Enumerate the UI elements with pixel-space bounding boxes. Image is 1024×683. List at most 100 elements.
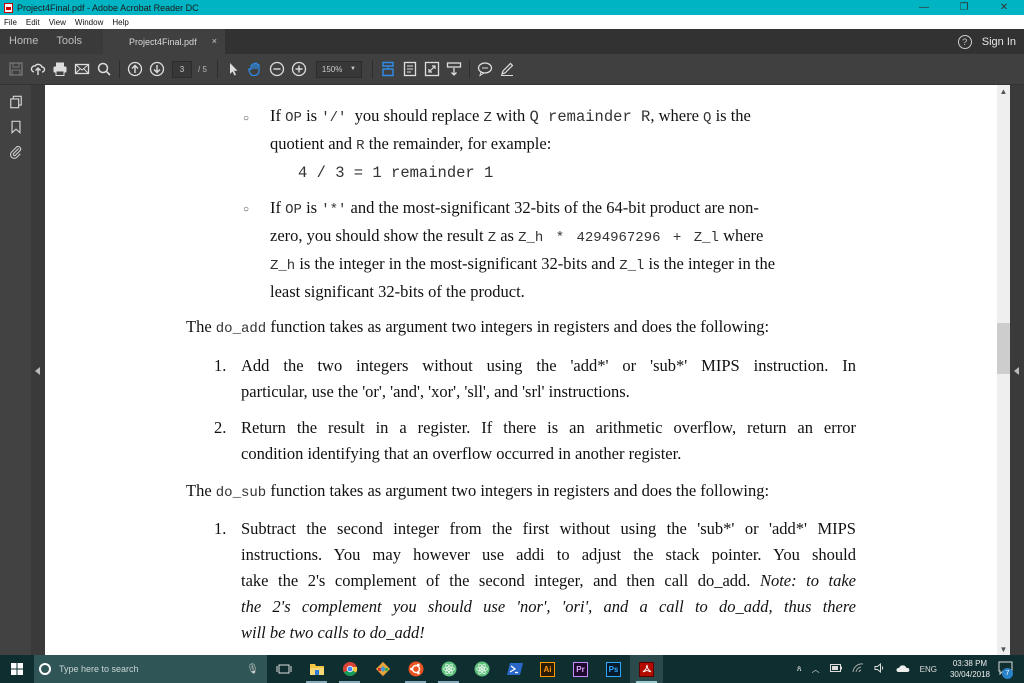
wifi-icon[interactable] [852,663,864,675]
powershell-icon[interactable] [498,655,531,683]
show-hidden-icons[interactable]: ︿ [812,664,820,675]
highlight-pen-icon[interactable] [496,58,518,80]
clock-time: 03:38 PM [952,659,988,668]
read-mode-icon[interactable] [443,58,465,80]
bullet-multiplication: If OP is '*' and the most-significant 32… [270,195,858,305]
upload-cloud-icon[interactable] [27,58,49,80]
pdf-page: ○ If OP is '/' you should replace Z with… [45,85,997,655]
expand-right-icon[interactable] [1014,367,1019,375]
tab-home[interactable]: Home [0,29,48,54]
print-icon[interactable] [49,58,71,80]
page-number-input[interactable]: 3 [172,60,192,78]
hand-tool-icon[interactable] [244,58,266,80]
zoom-out-icon[interactable] [266,58,288,80]
toolbar-divider [468,60,470,78]
bookmark-icon[interactable] [0,114,31,139]
toolbar-divider [371,60,373,78]
left-panel-toggle[interactable] [31,85,45,655]
vertical-scrollbar[interactable]: ▲ ▼ [997,85,1010,655]
zoom-in-icon[interactable] [288,58,310,80]
help-icon[interactable]: ? [957,34,972,49]
toolbar-divider [119,60,120,78]
atom-icon-2[interactable] [465,655,498,683]
page-down-icon[interactable] [146,58,168,80]
paragraph-line: the 2's complement you should use 'nor',… [241,597,856,616]
paragraph-line: instructions. You may however use addi t… [241,545,856,564]
attachment-icon[interactable] [0,139,31,164]
example-code: 4 / 3 = 1 remainder 1 [298,164,494,182]
sign-in-button[interactable]: Sign In [982,36,1016,48]
zoom-level-select[interactable]: 150% ▼ [315,60,362,78]
search-icon[interactable] [93,58,115,80]
page-thumbnail-icon[interactable] [399,58,421,80]
save-icon[interactable] [5,58,27,80]
toolbar-divider [216,60,218,78]
page-up-icon[interactable] [124,58,146,80]
start-button[interactable] [0,655,34,683]
file-explorer-icon[interactable] [300,655,333,683]
photoshop-icon[interactable]: Ps [597,655,630,683]
language-indicator[interactable]: ENG [920,665,937,674]
menu-help[interactable]: Help [112,18,128,27]
chevron-down-icon: ▼ [349,66,356,72]
cortana-icon [39,663,51,675]
scroll-up-icon[interactable]: ▲ [997,85,1010,97]
task-view-icon[interactable] [267,655,300,683]
menu-edit[interactable]: Edit [26,18,40,27]
fit-page-icon[interactable] [377,58,399,80]
paragraph-line: Subtract the second integer from the fir… [241,519,856,538]
premiere-label: Pr [573,661,588,677]
clock[interactable]: 03:38 PM 30/04/2018 [950,658,990,680]
volume-icon[interactable] [874,662,886,675]
fullscreen-icon[interactable] [421,58,443,80]
paragraph-line: particular, use the 'or', 'and', 'xor', … [241,382,630,401]
chrome-icon[interactable] [333,655,366,683]
taskbar: Type here to search 🎙 Ai Pr Ps ጰ ︿ ENG 0… [0,655,1024,683]
email-icon[interactable] [71,58,93,80]
list-number: 2. [214,418,227,437]
minimize-button[interactable]: — [904,0,944,15]
illustrator-label: Ai [540,661,555,677]
nav-tabs: Home Tools [0,29,104,54]
page-total: / 5 [198,64,207,74]
premiere-icon[interactable]: Pr [564,655,597,683]
taskbar-search[interactable]: Type here to search 🎙 [34,655,267,683]
paragraph-line: will be two calls to do_add! [241,623,425,642]
tab-tools[interactable]: Tools [47,29,92,54]
onedrive-icon[interactable] [896,664,910,674]
right-panel-toggle[interactable] [1010,85,1024,655]
menu-window[interactable]: Window [75,18,103,27]
menu-view[interactable]: View [49,18,66,27]
paragraph-line: zero, you should show the result Z as Z_… [270,226,764,246]
illustrator-icon[interactable]: Ai [531,655,564,683]
people-icon[interactable]: ጰ [797,664,802,674]
paragraph-line: Return the result in a register. If ther… [241,418,856,437]
search-placeholder: Type here to search [59,664,139,674]
paragraph-line: If OP is '*' and the most-significant 32… [270,198,759,218]
tab-document[interactable]: Project4Final.pdf × [103,29,226,54]
list-item: Return the result in a register. If ther… [241,415,856,467]
acrobat-logo [639,661,654,677]
battery-icon[interactable] [829,664,842,674]
git-icon[interactable] [366,655,399,683]
comment-icon[interactable] [474,58,496,80]
acrobat-icon[interactable] [630,655,663,683]
menu-file[interactable]: File [4,18,17,27]
scroll-down-icon[interactable]: ▼ [997,643,1010,655]
zoom-level-value: 150% [321,64,343,74]
microphone-icon[interactable]: 🎙 [246,664,259,675]
navigation-panel [0,85,31,655]
title-bar: Project4Final.pdf - Adobe Acrobat Reader… [0,0,1024,15]
select-arrow-icon[interactable] [222,58,244,80]
atom-icon[interactable] [432,655,465,683]
scrollbar-thumb[interactable] [997,323,1010,374]
page-thumbnails-icon[interactable] [0,89,31,114]
system-tray: ጰ ︿ ENG 03:38 PM 30/04/2018 7 [792,655,1024,683]
close-window-button[interactable]: ✕ [984,0,1024,15]
restore-button[interactable]: ❐ [944,0,984,15]
action-center-icon[interactable]: 7 [998,661,1016,679]
ubuntu-icon[interactable] [399,655,432,683]
close-tab-icon[interactable]: × [212,36,217,46]
list-item: Subtract the second integer from the fir… [241,516,856,646]
collapse-left-icon[interactable] [35,367,40,375]
